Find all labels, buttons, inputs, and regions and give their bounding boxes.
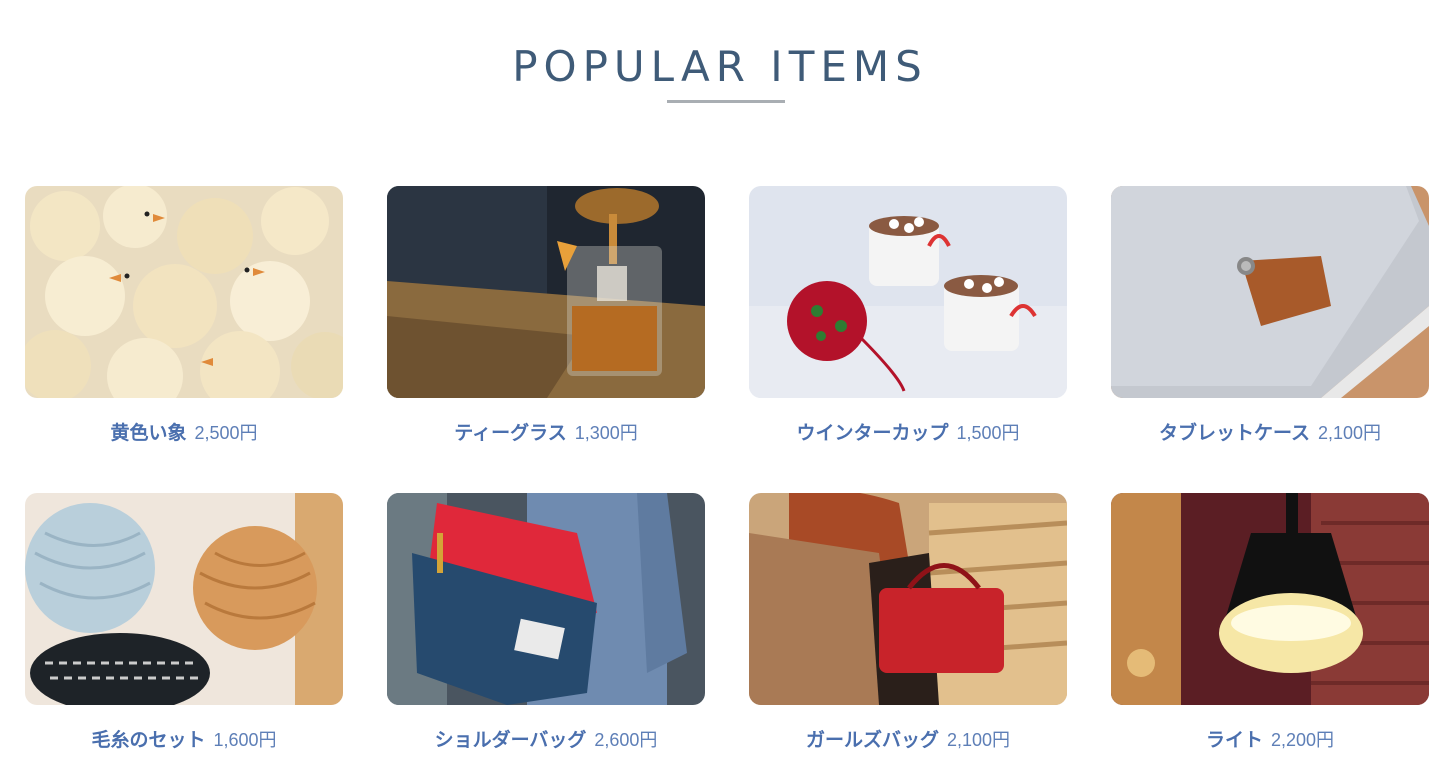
product-price: 2,200円 [1270, 730, 1335, 750]
product-card: ウインターカップ 1,500円 [749, 186, 1067, 445]
girls-bag-photo[interactable] [749, 493, 1067, 705]
product-card: 黄色い象 2,500円 [25, 186, 343, 445]
light-photo[interactable] [1111, 493, 1429, 705]
product-name[interactable]: ガールズバッグ [806, 730, 939, 751]
product-price: 1,300円 [574, 423, 638, 443]
product-card: ショルダーバッグ 2,600円 [387, 493, 705, 752]
product-card: タブレットケース 2,100円 [1111, 186, 1429, 445]
product-caption: ショルダーバッグ 2,600円 [387, 725, 705, 752]
product-caption: ガールズバッグ 2,100円 [749, 725, 1067, 752]
winter-cup-photo[interactable] [749, 186, 1067, 398]
product-name[interactable]: 毛糸のセット [91, 730, 205, 751]
product-caption: ウインターカップ 1,500円 [749, 418, 1067, 445]
product-card: ガールズバッグ 2,100円 [749, 493, 1067, 752]
product-name[interactable]: ショルダーバッグ [435, 730, 587, 751]
product-card: ティーグラス 1,300円 [387, 186, 705, 445]
tea-glass-photo[interactable] [387, 186, 705, 398]
product-name[interactable]: ウインターカップ [796, 423, 948, 444]
product-price: 2,100円 [1318, 423, 1382, 443]
yarn-set-photo[interactable] [25, 493, 343, 705]
product-price: 1,600円 [213, 730, 277, 750]
product-caption: ティーグラス 1,300円 [387, 418, 705, 445]
product-name[interactable]: 黄色い象 [110, 423, 186, 444]
product-caption: タブレットケース 2,100円 [1111, 418, 1429, 445]
product-price: 2,500円 [194, 423, 258, 443]
product-name[interactable]: ライト [1206, 730, 1263, 751]
product-caption: ライト 2,200円 [1111, 725, 1429, 752]
product-price: 2,100円 [946, 730, 1011, 750]
product-card: ライト 2,200円 [1111, 493, 1429, 752]
product-price: 1,500円 [956, 423, 1020, 443]
product-name[interactable]: ティーグラス [454, 423, 566, 444]
product-caption: 黄色い象 2,500円 [25, 418, 343, 445]
shoulder-bag-photo[interactable] [387, 493, 705, 705]
yellow-chicks-photo[interactable] [25, 186, 343, 398]
product-price: 2,600円 [594, 730, 658, 750]
product-name[interactable]: タブレットケース [1159, 423, 1310, 444]
title-divider [667, 100, 785, 103]
tablet-case-photo[interactable] [1111, 186, 1429, 398]
product-caption: 毛糸のセット 1,600円 [25, 725, 343, 752]
section-title: POPULAR ITEMS [512, 42, 928, 92]
product-card: 毛糸のセット 1,600円 [25, 493, 343, 752]
